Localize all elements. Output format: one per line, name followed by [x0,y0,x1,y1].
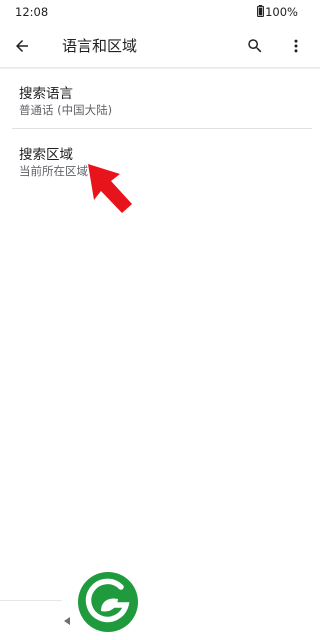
app-logo [78,572,138,632]
nav-bar-divider [0,600,62,601]
arrow-back-icon [16,40,28,52]
battery-icon [257,5,264,17]
pref-summary: 当前所在区域 [19,164,88,178]
nav-back-icon[interactable] [64,617,70,625]
pref-search-region[interactable]: 搜索区域 当前所在区域 [0,143,320,201]
back-button[interactable] [10,34,34,58]
search-icon [248,39,262,53]
battery-level: 100% [265,5,298,19]
pref-summary: 普通话 (中国大陆) [19,103,113,117]
pref-search-language[interactable]: 搜索语言 普通话 (中国大陆) [0,82,320,140]
pref-title: 搜索语言 [19,86,73,102]
status-time: 12:08 [15,5,49,19]
app-bar: 语言和区域 [0,24,320,68]
status-bar: 12:08 100% [0,0,320,24]
pref-title: 搜索区域 [19,147,73,163]
app-bar-divider [0,67,320,69]
page-title: 语言和区域 [62,37,138,55]
more-vert-icon [294,39,298,53]
list-divider [12,128,312,129]
search-button[interactable] [243,34,267,58]
more-options-button[interactable] [284,34,308,58]
annotation-arrow-icon [88,164,132,213]
